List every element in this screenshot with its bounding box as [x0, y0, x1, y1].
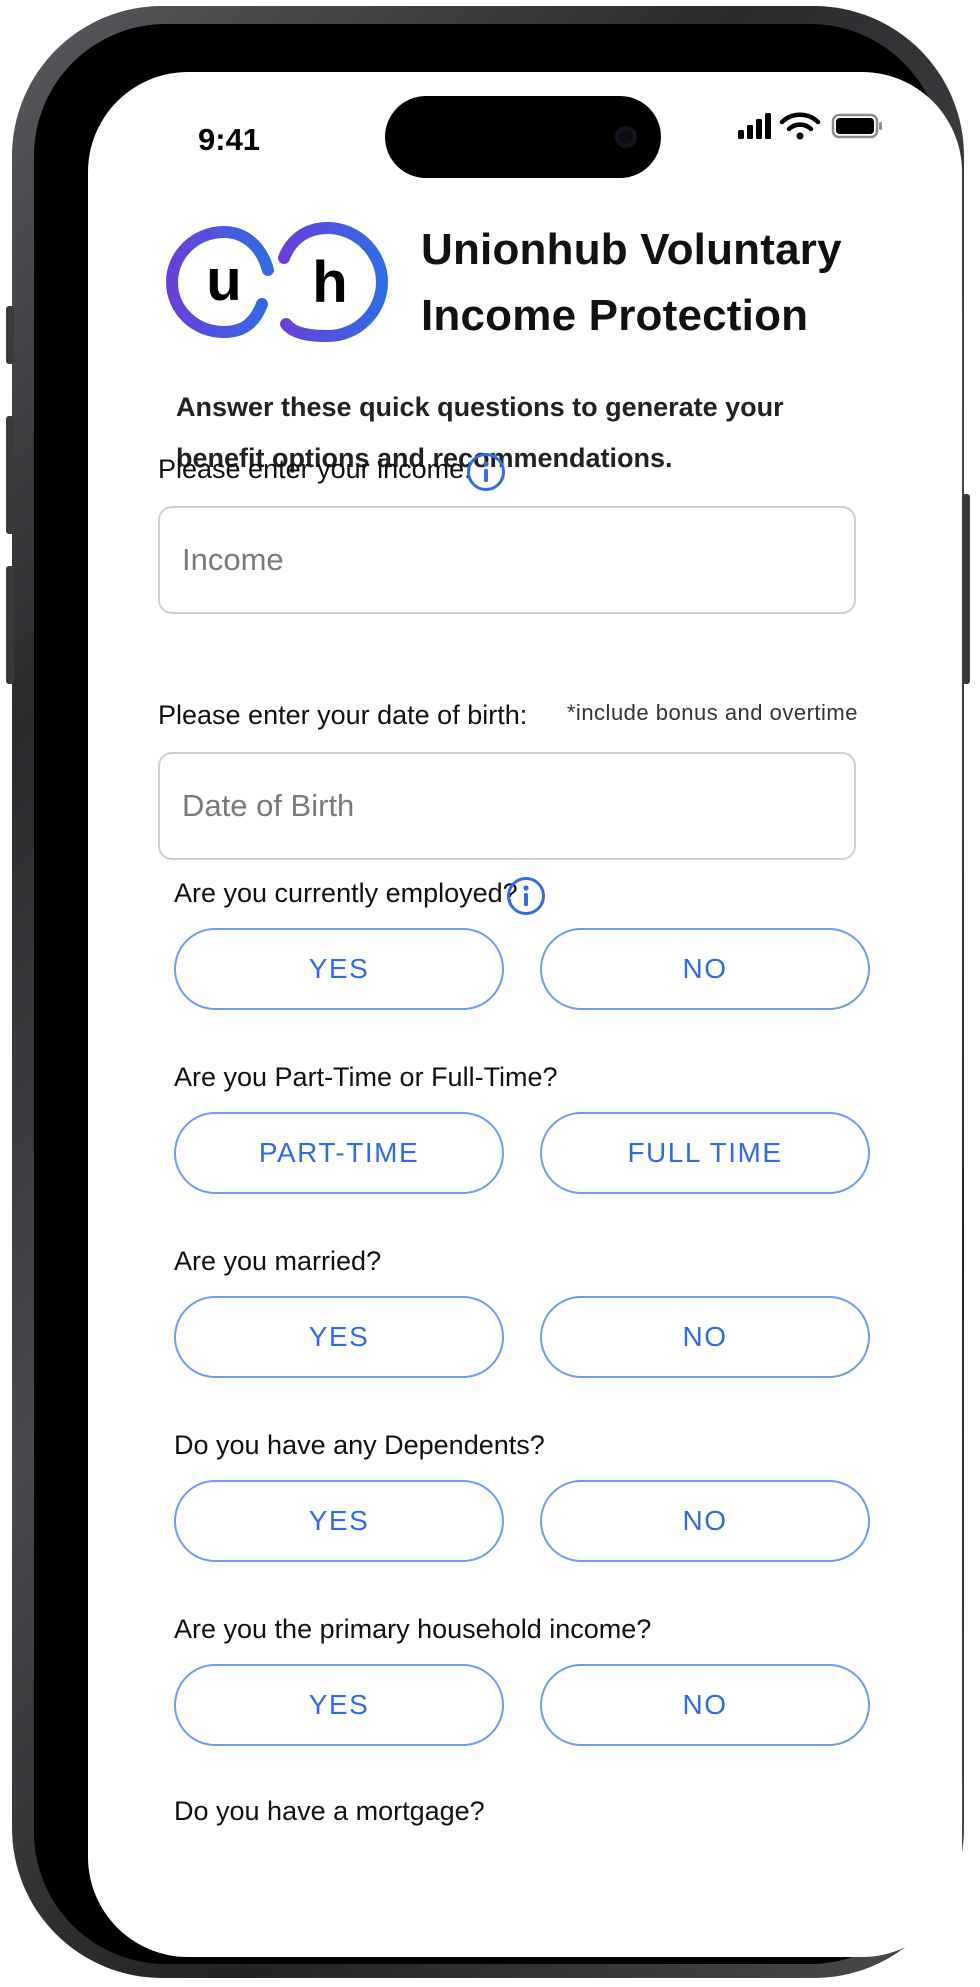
logo-letter-h: h — [312, 250, 347, 315]
income-info-icon[interactable] — [466, 452, 506, 497]
question-employment-type-label: Are you Part-Time or Full-Time? — [174, 1062, 558, 1092]
phone-bezel: 9:41 u h Unionhub Voluntary Income Prote… — [34, 24, 962, 1964]
question-employed-label: Are you currently employed? — [174, 878, 518, 908]
full-time-button[interactable]: FULL TIME — [540, 1112, 870, 1194]
married-yes-button[interactable]: YES — [174, 1296, 504, 1378]
dynamic-island — [385, 96, 661, 178]
employed-info-icon[interactable] — [506, 876, 546, 921]
income-label: Please enter your income: — [158, 454, 472, 484]
front-camera — [615, 126, 637, 148]
cellular-signal-icon — [738, 113, 771, 139]
question-mortgage-label: Do you have a mortgage? — [174, 1796, 485, 1826]
logo-letter-u: u — [206, 248, 241, 313]
dob-label: Please enter your date of birth: — [158, 700, 528, 730]
screen: 9:41 u h Unionhub Voluntary Income Prote… — [88, 72, 962, 1957]
app-title-line1: Unionhub Voluntary — [421, 225, 842, 274]
income-hint: *include bonus and overtime — [566, 700, 858, 725]
primary-income-yes-button[interactable]: YES — [174, 1664, 504, 1746]
dob-input[interactable] — [158, 752, 856, 860]
dependents-no-button[interactable]: NO — [540, 1480, 870, 1562]
app-title: Unionhub Voluntary Income Protection — [421, 217, 842, 349]
status-icons — [738, 110, 898, 151]
part-time-button[interactable]: PART-TIME — [174, 1112, 504, 1194]
employed-no-button[interactable]: NO — [540, 928, 870, 1010]
question-married-label: Are you married? — [174, 1246, 382, 1276]
wifi-icon — [779, 112, 821, 140]
battery-icon — [831, 113, 882, 139]
question-dependents-label: Do you have any Dependents? — [174, 1430, 545, 1460]
phone-frame: 9:41 u h Unionhub Voluntary Income Prote… — [6, 6, 970, 1978]
silent-switch — [6, 306, 14, 364]
question-primary-income-label: Are you the primary household income? — [174, 1614, 652, 1644]
dependents-yes-button[interactable]: YES — [174, 1480, 504, 1562]
employed-yes-button[interactable]: YES — [174, 928, 504, 1010]
income-input[interactable] — [158, 506, 856, 614]
volume-up-button — [6, 416, 14, 534]
primary-income-no-button[interactable]: NO — [540, 1664, 870, 1746]
volume-down-button — [6, 566, 14, 684]
married-no-button[interactable]: NO — [540, 1296, 870, 1378]
power-button — [962, 494, 970, 684]
app-title-line2: Income Protection — [421, 291, 809, 340]
unionhub-logo: u h — [158, 212, 402, 357]
status-time: 9:41 — [198, 122, 261, 157]
